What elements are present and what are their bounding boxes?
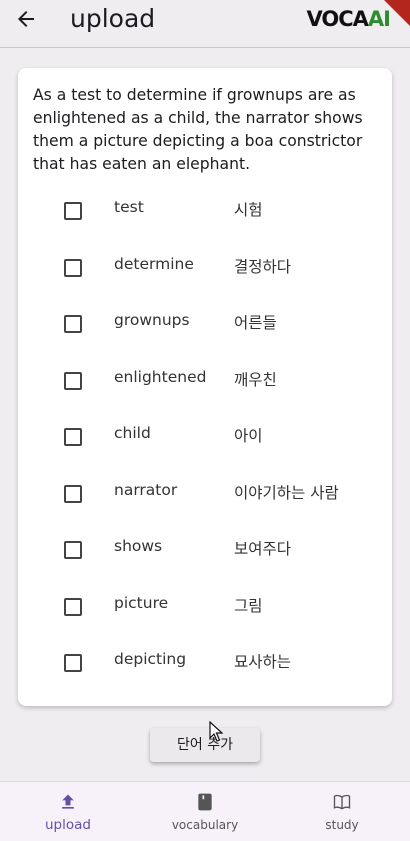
nav-label-vocabulary: vocabulary — [171, 818, 239, 832]
nav-item-vocabulary[interactable]: vocabulary — [137, 782, 273, 841]
word-checkbox[interactable] — [64, 654, 82, 672]
word-meaning: 어른들 — [234, 314, 277, 332]
nav-item-study[interactable]: study — [274, 782, 410, 841]
word-text: shows — [114, 537, 163, 555]
word-text: child — [114, 424, 151, 442]
add-word-button[interactable]: 단어 추가 — [150, 728, 260, 762]
word-meaning: 결정하다 — [234, 257, 292, 276]
word-text: grownups — [114, 311, 190, 329]
word-row: enlightened 깨우친 — [18, 364, 392, 404]
word-row: depicting 묘사하는 — [18, 646, 392, 686]
word-checkbox[interactable] — [64, 315, 82, 333]
word-meaning: 아이 — [234, 427, 263, 445]
word-checkbox[interactable] — [64, 597, 82, 616]
word-text: picture — [114, 593, 169, 612]
word-row: grownups 어른들 — [18, 307, 392, 347]
word-row: child 아이 — [18, 420, 392, 460]
word-meaning: 이야기하는 사람 — [234, 483, 339, 502]
word-row: picture 그림 — [18, 590, 392, 630]
debug-ribbon — [384, 0, 410, 26]
word-text: narrator — [114, 480, 178, 499]
book-icon — [198, 793, 212, 811]
word-text: determine — [114, 254, 194, 273]
word-checkbox[interactable] — [64, 484, 82, 503]
word-checkbox[interactable] — [64, 258, 82, 277]
word-meaning: 보여주다 — [234, 540, 292, 558]
nav-label-upload: upload — [45, 817, 91, 833]
word-text: depicting — [114, 650, 187, 668]
app-logo: VOCAAI — [306, 7, 391, 31]
word-text: enlightened — [114, 367, 207, 386]
page-title: upload — [70, 4, 156, 33]
word-row: narrator 이야기하는 사람 — [18, 477, 392, 517]
sentence-text: As a test to determine if grownups are a… — [33, 86, 363, 173]
app-bar: upload VOCAAI — [0, 0, 410, 48]
word-meaning: 깨우친 — [234, 370, 277, 389]
back-arrow-icon[interactable] — [14, 7, 38, 31]
nav-item-upload[interactable]: upload — [0, 782, 136, 841]
word-meaning: 시험 — [234, 201, 263, 219]
upload-icon — [62, 794, 74, 809]
word-meaning: 그림 — [234, 596, 263, 615]
open-book-icon — [333, 794, 351, 810]
word-meaning: 묘사하는 — [234, 653, 292, 671]
word-row: test 시험 — [18, 194, 392, 234]
word-checkbox[interactable] — [64, 541, 82, 559]
nav-label-study: study — [325, 818, 359, 832]
word-checkbox[interactable] — [64, 202, 82, 220]
word-checkbox[interactable] — [64, 428, 82, 446]
word-row: determine 결정하다 — [18, 251, 392, 291]
mouse-cursor-icon — [209, 721, 223, 742]
bottom-navigation: upload vocabulary study — [0, 781, 410, 841]
word-checkbox[interactable] — [64, 371, 82, 390]
word-row: shows 보여주다 — [18, 533, 392, 573]
word-card: As a test to determine if grownups are a… — [18, 68, 392, 706]
word-text: test — [114, 198, 144, 216]
